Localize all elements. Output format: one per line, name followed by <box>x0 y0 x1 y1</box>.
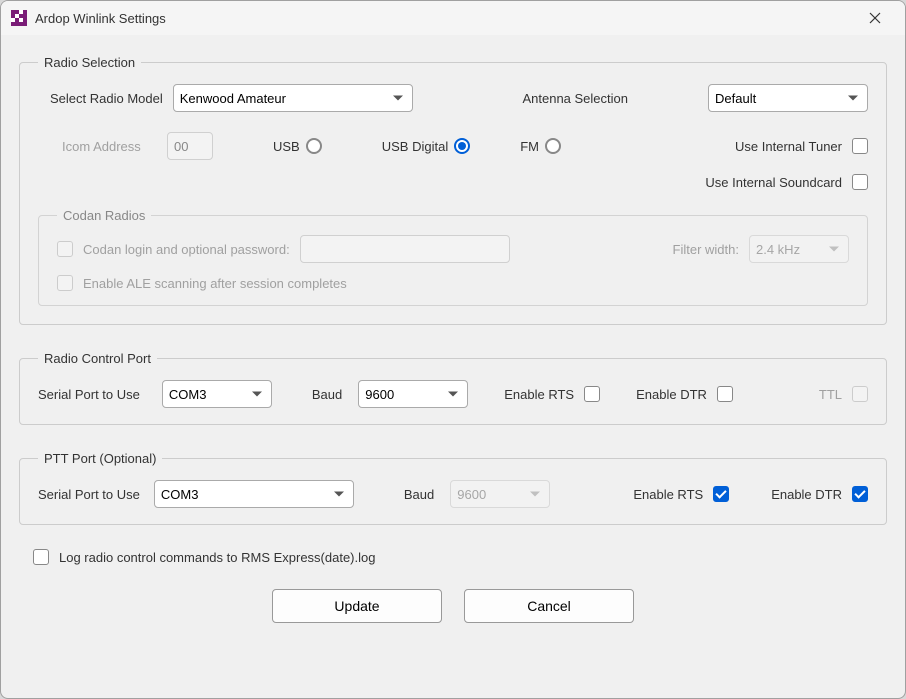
codan-radios-group: Codan Radios Codan login and optional pa… <box>38 208 868 306</box>
update-button[interactable]: Update <box>272 589 442 623</box>
mode-fm-label: FM <box>520 139 539 154</box>
titlebar: Ardop Winlink Settings <box>1 1 905 35</box>
codan-radios-legend: Codan Radios <box>57 208 151 223</box>
antenna-selection-dropdown[interactable]: Default <box>708 84 868 112</box>
codan-login-checkbox <box>57 241 73 257</box>
control-dtr-label: Enable DTR <box>636 387 707 402</box>
filter-width-dropdown: 2.4 kHz <box>749 235 849 263</box>
ptt-dtr-checkbox[interactable] <box>852 486 868 502</box>
cancel-button[interactable]: Cancel <box>464 589 634 623</box>
ptt-rts-label: Enable RTS <box>633 487 703 502</box>
use-internal-soundcard-checkbox[interactable] <box>852 174 868 190</box>
close-icon <box>869 12 881 24</box>
radio-icon <box>454 138 470 154</box>
mode-usb-digital-label: USB Digital <box>382 139 448 154</box>
icom-address-label: Icom Address <box>62 139 157 154</box>
radio-icon <box>306 138 322 154</box>
control-rts-checkbox[interactable] <box>584 386 600 402</box>
ptt-baud-label: Baud <box>404 487 434 502</box>
select-radio-model-dropdown[interactable]: Kenwood Amateur <box>173 84 413 112</box>
window-title: Ardop Winlink Settings <box>35 11 855 26</box>
radio-control-port-group: Radio Control Port Serial Port to Use CO… <box>19 351 887 425</box>
mode-usb-radio[interactable]: USB <box>273 138 322 154</box>
ptt-serial-port-label: Serial Port to Use <box>38 487 140 502</box>
radio-icon <box>545 138 561 154</box>
antenna-selection-label: Antenna Selection <box>522 91 628 106</box>
log-commands-label: Log radio control commands to RMS Expres… <box>59 550 375 565</box>
log-commands-checkbox[interactable] <box>33 549 49 565</box>
app-icon <box>11 10 27 26</box>
mode-usb-digital-radio[interactable]: USB Digital <box>382 138 470 154</box>
enable-ale-label: Enable ALE scanning after session comple… <box>83 276 347 291</box>
control-ttl-label: TTL <box>819 387 842 402</box>
ptt-port-legend: PTT Port (Optional) <box>38 451 162 466</box>
icom-address-field <box>167 132 213 160</box>
select-radio-model-label: Select Radio Model <box>50 91 163 106</box>
radio-control-port-legend: Radio Control Port <box>38 351 157 366</box>
control-baud-dropdown[interactable]: 9600 <box>358 380 468 408</box>
ptt-dtr-label: Enable DTR <box>771 487 842 502</box>
use-internal-soundcard-label: Use Internal Soundcard <box>705 175 842 190</box>
radio-selection-group: Radio Selection Select Radio Model Kenwo… <box>19 55 887 325</box>
control-baud-label: Baud <box>312 387 342 402</box>
control-rts-label: Enable RTS <box>504 387 574 402</box>
control-serial-port-label: Serial Port to Use <box>38 387 140 402</box>
mode-fm-radio[interactable]: FM <box>520 138 561 154</box>
window-close-button[interactable] <box>855 1 895 35</box>
filter-width-label: Filter width: <box>673 242 739 257</box>
ptt-baud-dropdown: 9600 <box>450 480 550 508</box>
use-internal-tuner-label: Use Internal Tuner <box>735 139 842 154</box>
ptt-serial-port-dropdown[interactable]: COM3 <box>154 480 354 508</box>
enable-ale-checkbox <box>57 275 73 291</box>
dialog-content: Radio Selection Select Radio Model Kenwo… <box>1 35 905 698</box>
dialog-window: Ardop Winlink Settings Radio Selection S… <box>0 0 906 699</box>
ptt-rts-checkbox[interactable] <box>713 486 729 502</box>
control-dtr-checkbox[interactable] <box>717 386 733 402</box>
radio-selection-legend: Radio Selection <box>38 55 141 70</box>
codan-login-label: Codan login and optional password: <box>83 242 290 257</box>
mode-usb-label: USB <box>273 139 300 154</box>
use-internal-tuner-checkbox[interactable] <box>852 138 868 154</box>
ptt-port-group: PTT Port (Optional) Serial Port to Use C… <box>19 451 887 525</box>
control-serial-port-dropdown[interactable]: COM3 <box>162 380 272 408</box>
codan-login-field <box>300 235 510 263</box>
control-ttl-checkbox <box>852 386 868 402</box>
